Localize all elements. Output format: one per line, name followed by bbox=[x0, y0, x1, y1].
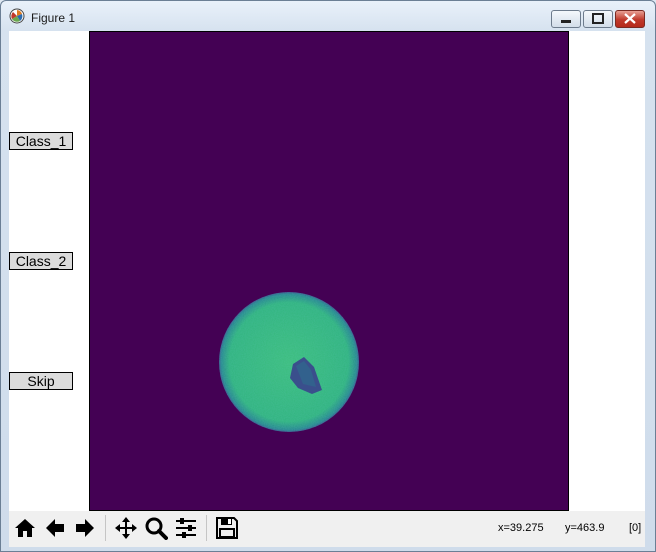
save-button[interactable] bbox=[213, 514, 241, 542]
minimize-icon bbox=[561, 20, 571, 23]
close-icon bbox=[624, 13, 636, 24]
back-button[interactable] bbox=[41, 514, 69, 542]
figure-canvas[interactable]: Class_1 Class_2 Skip bbox=[9, 31, 645, 511]
configure-subplots-button[interactable] bbox=[172, 514, 200, 542]
image-axes[interactable] bbox=[89, 31, 569, 511]
zoom-button[interactable] bbox=[142, 514, 170, 542]
zoom-icon bbox=[145, 517, 168, 540]
home-icon bbox=[15, 519, 35, 537]
configure-subplots-icon bbox=[176, 518, 196, 538]
save-icon bbox=[216, 517, 238, 539]
navigation-toolbar: x=39.275 y=463.9 [0] bbox=[9, 511, 645, 547]
maximize-icon bbox=[592, 13, 604, 24]
title-bar[interactable]: Figure 1 bbox=[1, 1, 655, 31]
window-title: Figure 1 bbox=[31, 11, 76, 25]
class-1-button[interactable]: Class_1 bbox=[9, 132, 73, 150]
class-2-button[interactable]: Class_2 bbox=[9, 252, 73, 270]
forward-arrow-icon bbox=[76, 519, 94, 537]
pan-button[interactable] bbox=[112, 514, 140, 542]
minimize-button[interactable] bbox=[551, 10, 581, 28]
back-arrow-icon bbox=[46, 519, 64, 537]
home-button[interactable] bbox=[11, 514, 39, 542]
skip-button[interactable]: Skip bbox=[9, 372, 73, 390]
forward-button[interactable] bbox=[71, 514, 99, 542]
maximize-button[interactable] bbox=[583, 10, 613, 28]
image-plot bbox=[90, 32, 568, 510]
pan-icon bbox=[115, 517, 137, 539]
toolbar-separator bbox=[105, 515, 106, 541]
image-background bbox=[90, 32, 568, 510]
close-button[interactable] bbox=[615, 10, 645, 28]
y-coordinate-readout: y=463.9 bbox=[565, 522, 605, 534]
pixel-value-readout: [0] bbox=[629, 522, 642, 534]
toolbar-separator bbox=[206, 515, 207, 541]
matplotlib-logo-icon bbox=[9, 8, 25, 24]
x-coordinate-readout: x=39.275 bbox=[498, 522, 544, 534]
figure-window: Figure 1 Class_1 Class_2 Skip x=39.275 y… bbox=[0, 0, 656, 552]
